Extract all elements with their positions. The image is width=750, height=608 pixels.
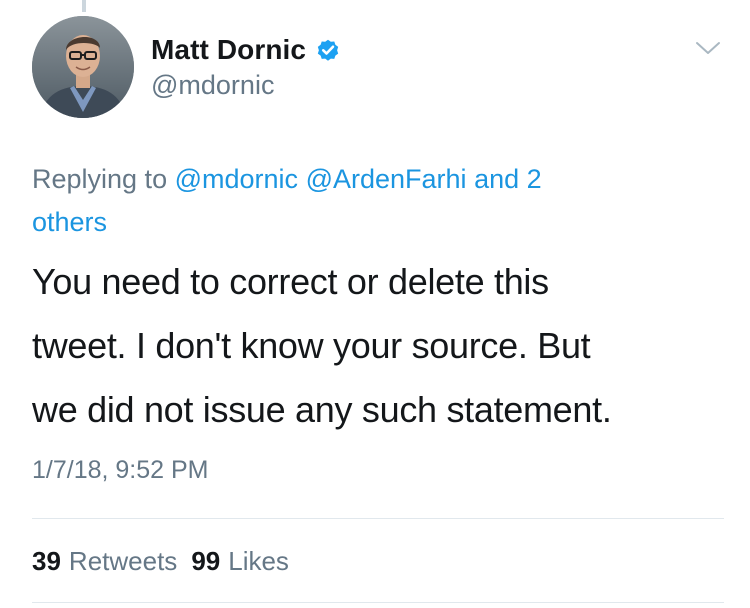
retweets-count[interactable]: 39 — [32, 546, 61, 577]
display-name[interactable]: Matt Dornic — [151, 34, 306, 66]
display-name-row: Matt Dornic — [151, 32, 341, 68]
replying-prefix: Replying to — [32, 164, 168, 194]
likes-label[interactable]: Likes — [228, 546, 289, 577]
tweet-text-line: You need to correct or delete this — [32, 261, 549, 302]
likes-count[interactable]: 99 — [191, 546, 220, 577]
replying-to-line: Replying to @mdornic @ArdenFarhi and 2 ot… — [32, 158, 712, 244]
engagement-stats: 39 Retweets 99 Likes — [32, 546, 303, 577]
thread-connector-line — [82, 0, 86, 12]
divider — [32, 518, 724, 519]
mention-link-ardenfarhi[interactable]: @ArdenFarhi — [306, 164, 467, 194]
avatar[interactable] — [32, 16, 134, 118]
others-label: others — [32, 207, 108, 237]
retweets-label[interactable]: Retweets — [69, 546, 177, 577]
tweet-header: Matt Dornic @mdornic — [32, 16, 722, 120]
tweet-text-line: tweet. I don't know your source. But — [32, 325, 591, 366]
tweet-text: You need to correct or delete this tweet… — [32, 250, 722, 442]
author-handle[interactable]: @mdornic — [151, 70, 341, 101]
tweet-timestamp[interactable]: 1/7/18, 9:52 PM — [32, 456, 209, 485]
mention-link-mdornic[interactable]: @mdornic — [175, 164, 298, 194]
divider — [32, 602, 724, 603]
chevron-down-icon[interactable] — [694, 38, 722, 58]
author-names: Matt Dornic @mdornic — [151, 32, 341, 101]
and-others-connector: and 2 — [474, 164, 542, 194]
tweet-text-line: we did not issue any such statement. — [32, 389, 612, 430]
verified-badge-icon — [317, 39, 339, 61]
